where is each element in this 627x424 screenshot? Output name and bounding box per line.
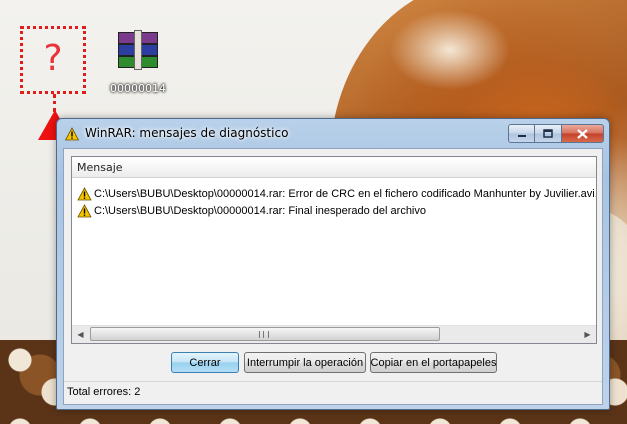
message-text: C:\Users\BUBU\Desktop\00000014.rar: Erro…	[94, 187, 596, 200]
diagnostic-messages-window: WinRAR: mensajes de diagnóstico Mensaje	[56, 118, 610, 410]
minimize-button[interactable]	[508, 124, 535, 143]
window-controls	[508, 124, 604, 143]
window-title: WinRAR: mensajes de diagnóstico	[85, 126, 289, 140]
scroll-left-arrow-icon[interactable]: ◀	[72, 326, 89, 343]
scroll-right-arrow-icon[interactable]: ▶	[579, 326, 596, 343]
list-item[interactable]: C:\Users\BUBU\Desktop\00000014.rar: Erro…	[72, 185, 596, 202]
message-list[interactable]: Mensaje C:\Users\BUBU\Desktop\00000014.r…	[71, 156, 597, 344]
desktop-icon-label: 00000014	[110, 82, 166, 95]
scrollbar-thumb[interactable]	[90, 327, 440, 341]
minimize-icon	[517, 134, 526, 137]
message-rows: C:\Users\BUBU\Desktop\00000014.rar: Erro…	[72, 185, 596, 219]
winrar-archive-icon	[118, 30, 158, 70]
warning-icon	[77, 186, 92, 200]
scrollbar-grip-icon	[259, 331, 269, 338]
desktop-icon-rar-archive[interactable]: 00000014	[108, 26, 168, 104]
abort-operation-button[interactable]: Interrumpir la operación	[244, 352, 366, 373]
column-header-message[interactable]: Mensaje	[77, 161, 123, 174]
list-item[interactable]: C:\Users\BUBU\Desktop\00000014.rar: Fina…	[72, 202, 596, 219]
horizontal-scrollbar[interactable]: ◀ ▶	[72, 325, 596, 343]
close-window-button[interactable]	[561, 124, 604, 143]
close-button[interactable]: Cerrar	[171, 352, 239, 373]
close-icon	[577, 128, 588, 139]
window-client-area: Mensaje C:\Users\BUBU\Desktop\00000014.r…	[63, 148, 603, 405]
missing-file-highlight: ?	[20, 26, 86, 94]
maximize-button[interactable]	[535, 124, 561, 143]
warning-icon	[65, 127, 79, 141]
title-bar[interactable]: WinRAR: mensajes de diagnóstico	[57, 119, 609, 149]
maximize-icon	[543, 129, 553, 138]
total-errors-status: Total errores: 2	[67, 386, 141, 398]
warning-icon	[77, 203, 92, 217]
question-mark-icon: ?	[43, 38, 63, 79]
status-bar: Total errores: 2	[64, 381, 602, 404]
copy-to-clipboard-button[interactable]: Copiar en el portapapeles	[370, 352, 497, 373]
message-text: C:\Users\BUBU\Desktop\00000014.rar: Fina…	[94, 204, 426, 217]
list-header: Mensaje	[72, 157, 596, 178]
